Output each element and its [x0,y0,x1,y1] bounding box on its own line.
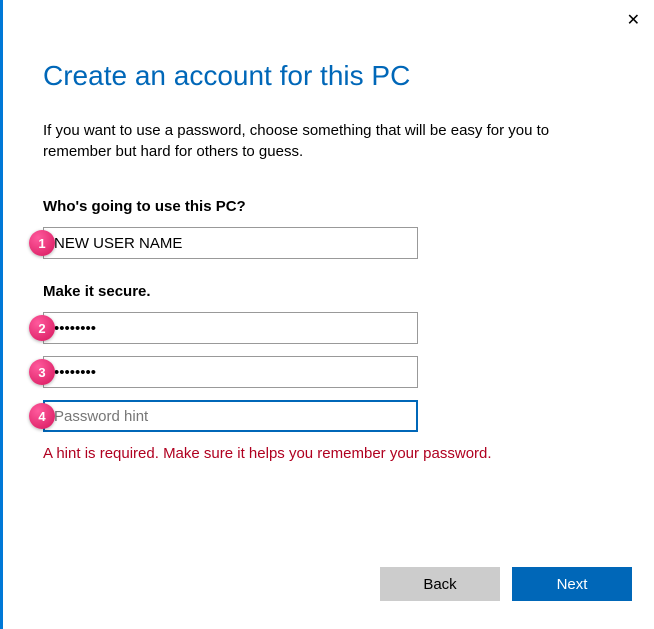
annotation-badge-2: 2 [29,315,55,341]
password-input[interactable] [43,312,418,344]
close-icon[interactable]: ✕ [627,10,640,30]
who-label: Who's going to use this PC? [43,198,614,215]
error-message: A hint is required. Make sure it helps y… [43,444,543,464]
page-description: If you want to use a password, choose so… [43,120,614,162]
password-field-wrap: 2 [43,312,614,344]
confirm-password-field-wrap: 3 [43,356,614,388]
page-title: Create an account for this PC [43,60,614,92]
hint-field-wrap: 4 [43,400,614,432]
dialog-content: Create an account for this PC If you wan… [3,0,654,464]
secure-label: Make it secure. [43,283,614,300]
dialog-footer: Back Next [380,567,632,601]
back-button[interactable]: Back [380,567,500,601]
username-field-wrap: 1 [43,227,614,259]
annotation-badge-3: 3 [29,359,55,385]
confirm-password-input[interactable] [43,356,418,388]
next-button[interactable]: Next [512,567,632,601]
annotation-badge-1: 1 [29,230,55,256]
password-hint-input[interactable] [43,400,418,432]
annotation-badge-4: 4 [29,403,55,429]
username-input[interactable] [43,227,418,259]
